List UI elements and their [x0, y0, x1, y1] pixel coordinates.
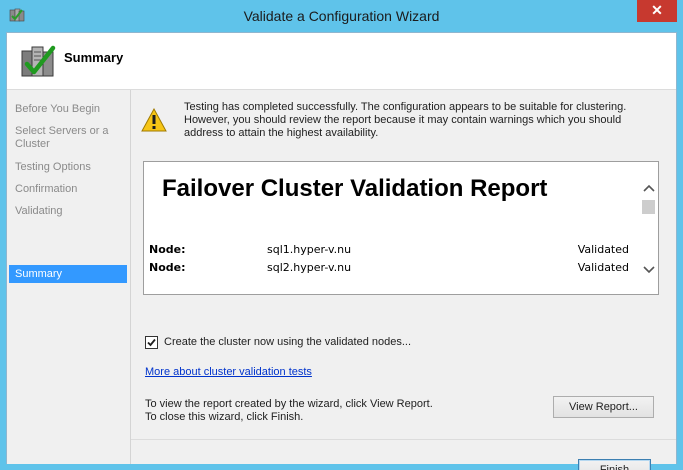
status-message: Testing has completed successfully. The …: [184, 101, 627, 139]
footer-divider: [131, 439, 676, 440]
create-cluster-label[interactable]: Create the cluster now using the validat…: [164, 336, 411, 348]
nav-item-validating[interactable]: Validating: [9, 205, 127, 218]
chevron-down-icon[interactable]: [641, 262, 657, 278]
node-label: Node:: [149, 243, 186, 256]
report-scrollbar[interactable]: [640, 162, 658, 294]
nav-item-confirmation[interactable]: Confirmation: [9, 183, 127, 196]
wizard-window: Validate a Configuration Wizard ✕ Summar…: [0, 0, 683, 470]
report-title: Failover Cluster Validation Report: [162, 175, 548, 202]
close-icon: ✕: [651, 2, 663, 18]
instructions-text: To view the report created by the wizard…: [145, 398, 433, 424]
cluster-validation-icon: [19, 42, 57, 80]
wizard-steps-nav: Before You Begin Select Servers or a Clu…: [7, 90, 131, 464]
checkmark-icon: [147, 338, 156, 347]
node-status: Validated: [577, 243, 629, 256]
node-status: Validated: [577, 261, 629, 274]
instructions-line-1: To view the report created by the wizard…: [145, 398, 433, 410]
nav-item-select-servers[interactable]: Select Servers or a Cluster: [9, 125, 119, 151]
node-name: sql1.hyper-v.nu: [267, 243, 352, 256]
main-panel: Testing has completed successfully. The …: [131, 90, 676, 470]
chevron-up-icon[interactable]: [641, 180, 657, 196]
view-report-button[interactable]: View Report...: [553, 396, 654, 418]
report-row: Node: sql1.hyper-v.nu Validated: [149, 243, 629, 259]
node-label: Node:: [149, 261, 186, 274]
finish-button[interactable]: Finish: [578, 459, 651, 470]
wizard-client-area: Summary Before You Begin Select Servers …: [6, 32, 677, 470]
instructions-line-2: To close this wizard, click Finish.: [145, 411, 304, 423]
more-about-validation-link[interactable]: More about cluster validation tests: [145, 366, 312, 378]
window-title: Validate a Configuration Wizard: [243, 8, 440, 24]
nav-item-testing-options[interactable]: Testing Options: [9, 161, 127, 174]
node-name: sql2.hyper-v.nu: [267, 261, 352, 274]
page-title: Summary: [64, 50, 124, 65]
close-button[interactable]: ✕: [637, 0, 677, 22]
title-bar[interactable]: Validate a Configuration Wizard ✕: [0, 0, 683, 32]
status-area: Testing has completed successfully. The …: [141, 98, 661, 139]
create-cluster-checkbox[interactable]: [145, 336, 158, 349]
nav-item-before-you-begin[interactable]: Before You Begin: [9, 103, 127, 116]
warning-icon: [141, 107, 167, 132]
report-preview[interactable]: Failover Cluster Validation Report Node:…: [143, 161, 659, 295]
page-header: Summary: [7, 33, 676, 90]
scroll-thumb[interactable]: [642, 200, 655, 214]
report-row: Node: sql2.hyper-v.nu Validated: [149, 261, 629, 277]
nav-item-summary[interactable]: Summary: [9, 265, 127, 283]
